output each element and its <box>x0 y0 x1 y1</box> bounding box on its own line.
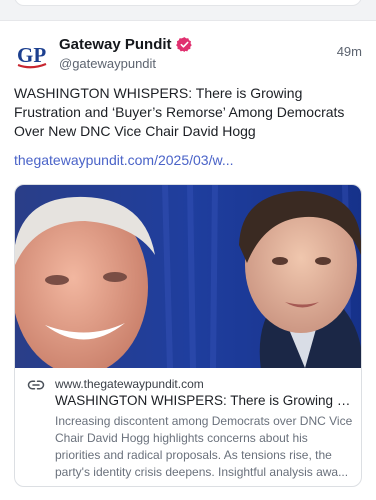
author-name-row: Gateway Pundit <box>59 36 193 53</box>
link-icon <box>27 380 45 390</box>
preview-title[interactable]: WASHINGTON WHISPERS: There is Growing Fr… <box>55 393 355 408</box>
link-preview-card[interactable]: www.thegatewaypundit.com WASHINGTON WHIS… <box>14 184 362 487</box>
verified-badge-icon <box>175 37 192 52</box>
gateway-pundit-logo-icon: GP <box>17 43 47 69</box>
logo-text: GP <box>17 43 46 67</box>
author-avatar[interactable]: GP <box>14 37 50 73</box>
preview-image[interactable] <box>15 185 361 368</box>
post-link[interactable]: thegatewaypundit.com/2025/03/w... <box>14 152 233 168</box>
previous-post-card <box>14 0 362 6</box>
post-header: GP Gateway Pundit @gatewaypundit 49m <box>14 35 362 75</box>
author-name[interactable]: Gateway Pundit <box>59 36 172 53</box>
post-card[interactable]: GP Gateway Pundit @gatewaypundit 49m WAS… <box>0 20 376 500</box>
preview-domain: www.thegatewaypundit.com <box>55 377 204 391</box>
post-timestamp[interactable]: 49m <box>337 44 362 59</box>
post-text: WASHINGTON WHISPERS: There is Growing Fr… <box>14 85 345 139</box>
author-handle[interactable]: @gatewaypundit <box>59 56 156 71</box>
preview-meta: www.thegatewaypundit.com WASHINGTON WHIS… <box>15 368 361 486</box>
preview-description: Increasing discontent among Democrats ov… <box>55 414 353 479</box>
